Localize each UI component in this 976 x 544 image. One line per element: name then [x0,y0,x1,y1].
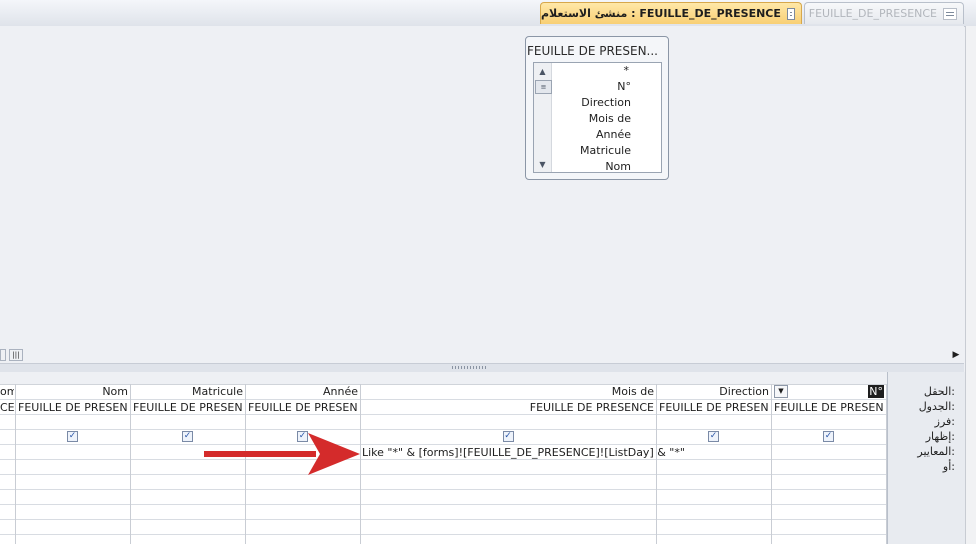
grid-table-cell[interactable]: FEUILLE DE PRESENCE [133,400,243,415]
field-list-item[interactable]: N° [552,79,631,95]
grid-column-partial[interactable]: om CE [0,384,16,544]
field-list-item[interactable]: Mois de [552,111,631,127]
grid-field-cell[interactable]: N° [774,384,884,399]
row-label-sort: فرز: [934,415,955,428]
scroll-thumb-left[interactable] [0,349,6,361]
tab-query-designer-label: منشئ الاستعلام : FEUILLE_DE_PRESENCE [541,7,781,20]
table-design-pane [0,26,964,348]
field-list-items: * N° Direction Mois de Année Matricule N… [552,63,631,172]
tab-table[interactable]: FEUILLE_DE_PRESENCE [804,2,964,24]
grid-field-value: N° [868,385,884,398]
document-tab-strip: منشئ الاستعلام : FEUILLE_DE_PRESENCE FEU… [0,0,976,27]
row-label-criteria: المعايير: [917,445,955,458]
grid-field-cell[interactable]: Direction [659,384,769,399]
grid-table-cell[interactable]: FEUILLE DE PRESENCE [18,400,128,415]
splitter-grip-icon[interactable] [452,366,488,369]
scroll-grip-icon[interactable]: ||| [9,349,23,361]
row-label-or: أو: [942,460,955,473]
row-label-table: الجدول: [918,400,955,413]
grid-column[interactable]: Mois de FEUILLE DE PRESENCE ✓ [361,384,657,544]
grid-table-cell[interactable]: CE [0,400,14,415]
grid-table-cell[interactable]: FEUILLE DE PRESENCE [659,400,769,415]
grid-row-labels: الحقل: الجدول: فرز: إظهار: المعايير: أو: [887,372,965,544]
grid-column[interactable]: Nom FEUILLE DE PRESENCE ✓ [16,384,131,544]
show-checkbox[interactable]: ✓ [502,431,514,442]
field-list-box: ▲ ≡ ▼ * N° Direction Mois de Année Matri… [533,62,662,173]
show-checkbox[interactable]: ✓ [823,431,834,442]
table-icon [943,7,957,20]
grid-field-cell[interactable]: Année [248,384,358,399]
grid-table-cell[interactable]: FEUILLE DE PRESENCE [774,400,884,415]
field-list-item[interactable]: Direction [552,95,631,111]
grid-field-cell[interactable]: om [0,384,14,399]
scroll-thumb[interactable]: ≡ [535,80,552,94]
query-icon [786,7,795,20]
tab-table-label: FEUILLE_DE_PRESENCE [808,7,937,20]
scroll-up-icon[interactable]: ▲ [535,64,550,78]
field-list-item[interactable]: Matricule [552,143,631,159]
grid-table-cell[interactable]: FEUILLE DE PRESENCE [363,400,654,415]
scroll-down-icon[interactable]: ▼ [535,157,550,171]
field-list-item[interactable]: * [552,63,631,79]
row-label-field: الحقل: [923,385,955,398]
field-list-scrollbar[interactable]: ▲ ≡ ▼ [534,63,552,172]
design-pane-hscrollbar[interactable]: ||| ▶ [0,348,964,362]
vertical-scrollbar[interactable] [965,26,976,544]
row-label-show: إظهار: [925,430,955,443]
grid-field-cell[interactable]: Matricule [133,384,243,399]
show-checkbox[interactable]: ✓ [708,431,719,442]
criteria-cell[interactable]: Like "*" & [forms]![FEUILLE_DE_PRESENCE]… [362,446,685,459]
show-checkbox[interactable]: ✓ [182,431,193,442]
field-list-item[interactable]: Année [552,127,631,143]
field-list-item[interactable]: Nom [552,159,631,172]
table-field-list[interactable]: FEUILLE DE PRESEN... ▲ ≡ ▼ * N° Directio… [525,36,669,180]
grid-column[interactable]: ▼ N° FEUILLE DE PRESENCE ✓ [772,384,887,544]
grid-field-cell[interactable]: Nom [18,384,128,399]
grid-column[interactable]: Direction FEUILLE DE PRESENCE ✓ [657,384,772,544]
red-arrow-icon [204,433,360,475]
show-checkbox[interactable]: ✓ [67,431,78,442]
grid-table-cell[interactable]: FEUILLE DE PRESENCE [248,400,358,415]
tab-query-designer[interactable]: منشئ الاستعلام : FEUILLE_DE_PRESENCE [540,2,802,24]
scroll-right-icon[interactable]: ▶ [950,349,962,361]
field-list-title: FEUILLE DE PRESEN... [527,44,658,58]
grid-field-cell[interactable]: Mois de [363,384,654,399]
